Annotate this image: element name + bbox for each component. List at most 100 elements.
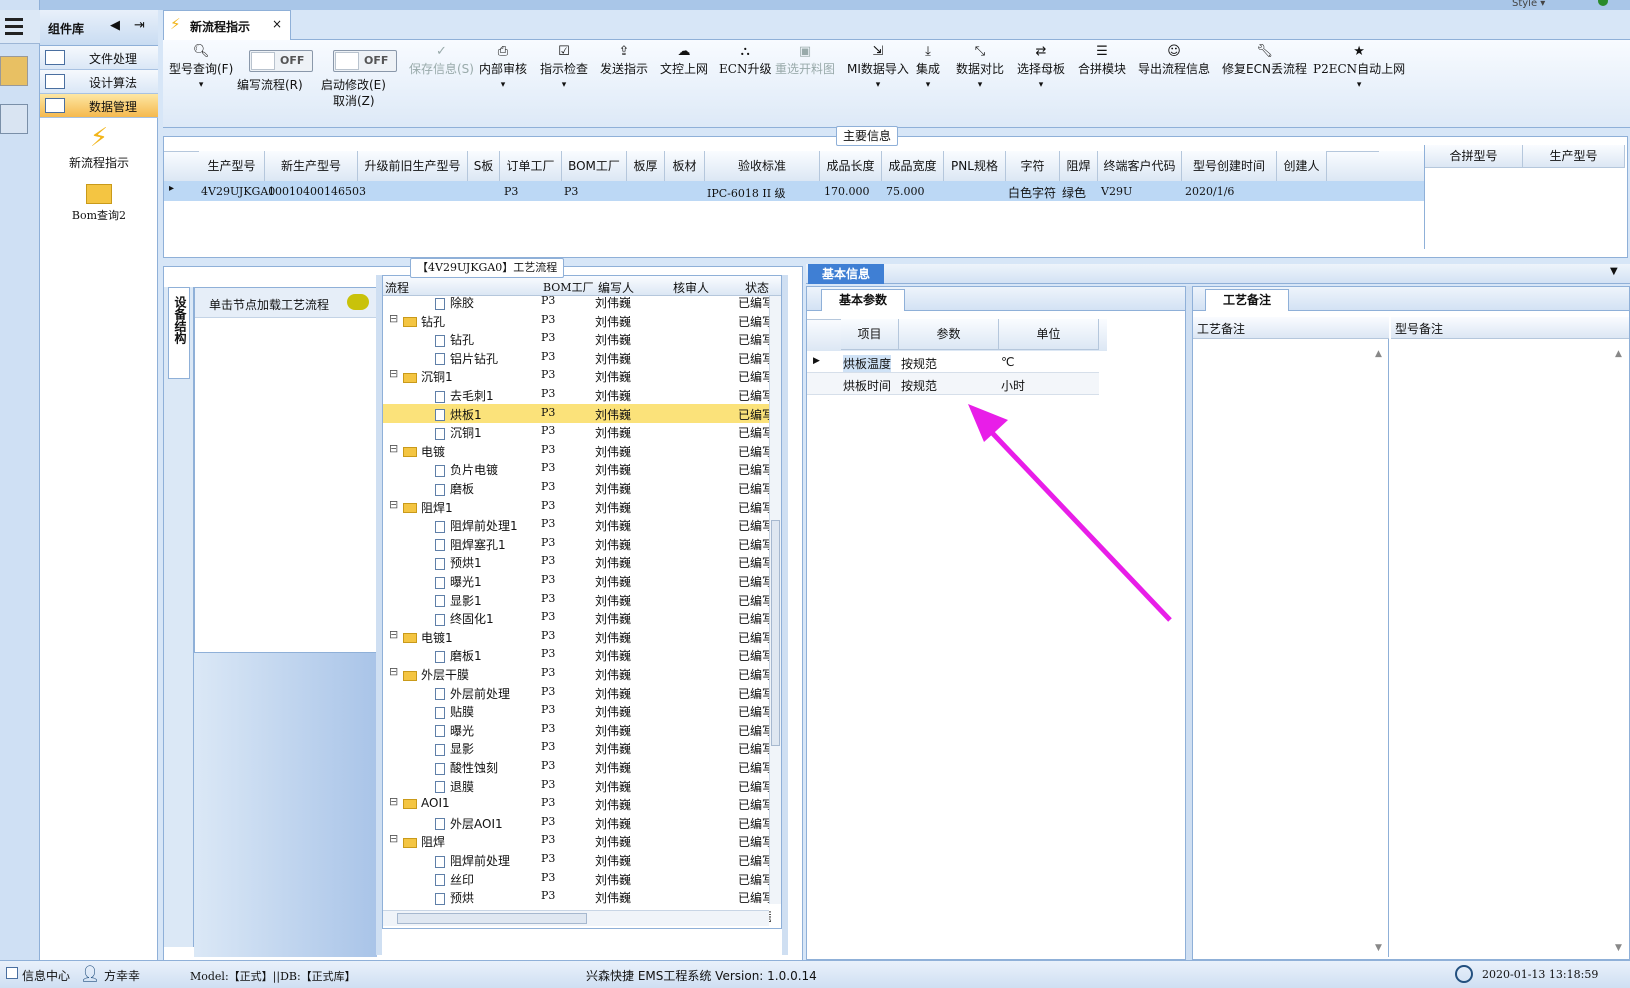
save-info-button[interactable]: ✓ 保存信息(S) bbox=[409, 44, 474, 77]
column-header[interactable]: 板厚 bbox=[627, 151, 665, 182]
column-header[interactable]: 阻焊 bbox=[1060, 151, 1098, 182]
ecn-upgrade-button[interactable]: ⛬ ECN升级 bbox=[719, 44, 771, 77]
internal-review-button[interactable]: ⎙ 内部审核 ▾ bbox=[479, 44, 527, 93]
collapse-icon[interactable]: ⊟ bbox=[389, 498, 398, 511]
scroll-down-icon[interactable]: ▼ bbox=[1375, 943, 1382, 953]
flow-tree-row[interactable]: 贴膜 P3 刘伟巍 已编写 bbox=[383, 701, 771, 720]
column-header[interactable]: 成品宽度 bbox=[882, 151, 944, 182]
column-header[interactable]: 生产型号 bbox=[1523, 145, 1625, 168]
flow-tree-row[interactable]: 外层前处理 P3 刘伟巍 已编写 bbox=[383, 683, 771, 702]
info-center-label[interactable]: 信息中心 bbox=[22, 967, 70, 984]
column-header[interactable]: 编写人 bbox=[598, 279, 634, 296]
repair-ecn-flow-button[interactable]: 🔧︎ 修复ECN丢流程 bbox=[1222, 44, 1307, 77]
toolbox-category-algo[interactable]: 设计算法 bbox=[40, 70, 158, 94]
flow-tree-row[interactable]: 沉铜1 P3 刘伟巍 已编写 bbox=[383, 422, 771, 441]
table-row[interactable]: ▶ 烘板温度 按规范 ℃ bbox=[807, 351, 1099, 373]
close-icon[interactable]: × bbox=[272, 17, 282, 31]
flow-tree-row[interactable]: 曝光1 P3 刘伟巍 已编写 bbox=[383, 571, 771, 590]
flow-tree-row[interactable]: ⊟ AOI1 P3 刘伟巍 已编写 bbox=[383, 794, 771, 813]
column-header[interactable]: 状态 bbox=[745, 279, 769, 296]
table-row[interactable]: ▸ 4V29UJKGA0 10010400146503 P3 P3 IPC-60… bbox=[164, 181, 1424, 201]
node-hint-row[interactable]: 单击节点加载工艺流程 bbox=[195, 288, 376, 318]
flow-tree-row[interactable]: 终固化1 P3 刘伟巍 已编写 bbox=[383, 608, 771, 627]
column-header[interactable]: 生产型号 bbox=[199, 151, 265, 182]
flow-tree-row[interactable]: 退膜 P3 刘伟巍 已编写 bbox=[383, 776, 771, 795]
process-remark-box[interactable]: 工艺备注 ▲ ▼ bbox=[1193, 317, 1389, 957]
toolbox-item-bom[interactable]: Bom查询2 bbox=[40, 180, 158, 230]
flow-tree-row[interactable]: ⊟ 钻孔 P3 刘伟巍 已编写 bbox=[383, 311, 771, 330]
collapse-icon[interactable]: ⊟ bbox=[389, 628, 398, 641]
column-header[interactable]: 字符 bbox=[1006, 151, 1060, 182]
flow-tree-row[interactable]: 预烘1 P3 刘伟巍 已编写 bbox=[383, 552, 771, 571]
column-header[interactable]: 流程 bbox=[385, 279, 409, 296]
model-query-button[interactable]: 🔍︎ 型号查询(F) ▾ bbox=[169, 44, 233, 93]
reselect-cut-chart-button[interactable]: ▣ 重选开料图 bbox=[775, 44, 835, 77]
toolbox-item-new-flow[interactable]: ⚡ 新流程指示 bbox=[40, 122, 158, 178]
dropdown-arrow-icon[interactable]: ▼ bbox=[1610, 266, 1618, 277]
flow-tree-row[interactable]: 去毛刺1 P3 刘伟巍 已编写 bbox=[383, 385, 771, 404]
column-header[interactable]: 订单工厂 bbox=[500, 151, 562, 182]
collapse-icon[interactable]: ⊟ bbox=[389, 312, 398, 325]
scroll-up-icon[interactable]: ▲ bbox=[1615, 349, 1622, 359]
scrollbar-thumb[interactable] bbox=[771, 520, 780, 746]
column-header[interactable]: 新生产型号 bbox=[265, 151, 358, 182]
column-header[interactable]: 创建人 bbox=[1277, 151, 1327, 182]
column-header[interactable]: 升级前旧生产型号 bbox=[358, 151, 468, 182]
model-remark-box[interactable]: 型号备注 ▲ ▼ bbox=[1391, 317, 1629, 957]
collapse-icon[interactable]: ⊟ bbox=[389, 795, 398, 808]
column-header[interactable]: 型号创建时间 bbox=[1182, 151, 1277, 182]
flow-tree-row[interactable]: ⊟ 电镀1 P3 刘伟巍 已编写 bbox=[383, 627, 771, 646]
flow-tree-row[interactable]: ⊟ 沉铜1 P3 刘伟巍 已编写 bbox=[383, 366, 771, 385]
check-instruction-button[interactable]: ☑ 指示检查 ▾ bbox=[540, 44, 588, 93]
column-header[interactable]: PNL规格 bbox=[944, 151, 1006, 182]
flow-tree-row[interactable]: ⊟ 阻焊 P3 刘伟巍 已编写 bbox=[383, 831, 771, 850]
column-header[interactable]: S板 bbox=[468, 151, 500, 182]
flow-tree-row[interactable]: 铝片钻孔 P3 刘伟巍 已编写 bbox=[383, 348, 771, 367]
tab-device-structure[interactable]: 设备结构 bbox=[168, 287, 190, 379]
column-header[interactable]: 成品长度 bbox=[820, 151, 882, 182]
select-mother-board-button[interactable]: ⇄ 选择母板 ▾ bbox=[1017, 44, 1065, 93]
column-header[interactable]: 板材 bbox=[665, 151, 705, 182]
flow-tree-row[interactable]: 外层AOI1 P3 刘伟巍 已编写 bbox=[383, 813, 771, 832]
collapse-left-icon[interactable]: ◀ bbox=[110, 18, 120, 33]
flow-tree-row[interactable]: 阻焊前处理1 P3 刘伟巍 已编写 bbox=[383, 515, 771, 534]
flow-tree-row[interactable]: ⊟ 电镀 P3 刘伟巍 已编写 bbox=[383, 441, 771, 460]
flow-tree-row[interactable]: 磨板 P3 刘伟巍 已编写 bbox=[383, 478, 771, 497]
collapse-icon[interactable]: ⊟ bbox=[389, 665, 398, 678]
write-flow-toggle[interactable]: OFF bbox=[249, 50, 313, 72]
menu-button[interactable] bbox=[0, 10, 40, 44]
app-calendar-icon[interactable] bbox=[0, 104, 28, 134]
column-header[interactable]: 终端客户代码 bbox=[1098, 151, 1182, 182]
collapse-icon[interactable]: ⊟ bbox=[389, 442, 398, 455]
style-menu[interactable]: Style ▾ bbox=[1512, 0, 1545, 9]
toolbox-category-file[interactable]: 文件处理 bbox=[40, 46, 158, 70]
collapse-icon[interactable]: ⊟ bbox=[389, 367, 398, 380]
flow-tree-row[interactable]: ⊟ 阻焊1 P3 刘伟巍 已编写 bbox=[383, 497, 771, 516]
column-header[interactable]: BOM工厂 bbox=[543, 279, 594, 295]
merge-module-button[interactable]: ☰ 合拼模块 bbox=[1078, 44, 1126, 77]
cancel-button[interactable]: 取消(Z) bbox=[333, 92, 375, 109]
column-header[interactable]: 单位 bbox=[999, 319, 1099, 350]
p2ecn-auto-online-button[interactable]: ★ P2ECN自动上网 ▾ bbox=[1313, 44, 1405, 93]
flow-tree-row[interactable]: 烘板1 P3 刘伟巍 已编写 bbox=[383, 403, 771, 423]
collapse-icon[interactable]: ⊟ bbox=[389, 832, 398, 845]
flow-tree-row[interactable]: 阻焊塞孔1 P3 刘伟巍 已编写 bbox=[383, 534, 771, 553]
export-flow-info-button[interactable]: ☺ 导出流程信息 bbox=[1138, 44, 1210, 77]
column-header[interactable]: 核审人 bbox=[673, 279, 709, 296]
column-header[interactable]: BOM工厂 bbox=[562, 151, 627, 182]
splitter[interactable] bbox=[782, 275, 788, 955]
tab-basic-params[interactable]: 基本参数 bbox=[821, 289, 905, 311]
horizontal-scrollbar[interactable] bbox=[383, 910, 769, 926]
toolbox-category-data[interactable]: 数据管理 bbox=[40, 94, 158, 118]
data-compare-button[interactable]: ⤡ 数据对比 ▾ bbox=[956, 44, 1004, 93]
tab-basic-info[interactable]: 基本信息 bbox=[808, 264, 884, 284]
mi-data-import-button[interactable]: ⇲ MI数据导入 ▾ bbox=[847, 44, 909, 93]
flow-tree-row[interactable]: 磨板1 P3 刘伟巍 已编写 bbox=[383, 645, 771, 664]
send-instruction-button[interactable]: ⇪ 发送指示 bbox=[600, 44, 648, 77]
flow-tree-row[interactable]: ⊟ 外层干膜 P3 刘伟巍 已编写 bbox=[383, 664, 771, 683]
scrollbar-thumb[interactable] bbox=[397, 913, 587, 924]
flow-tree-row[interactable]: 丝印 P3 刘伟巍 已编写 bbox=[383, 869, 771, 888]
column-header[interactable]: 参数 bbox=[899, 319, 999, 350]
auto-modify-toggle[interactable]: OFF bbox=[333, 50, 397, 72]
column-header[interactable]: 合拼型号 bbox=[1425, 145, 1523, 168]
